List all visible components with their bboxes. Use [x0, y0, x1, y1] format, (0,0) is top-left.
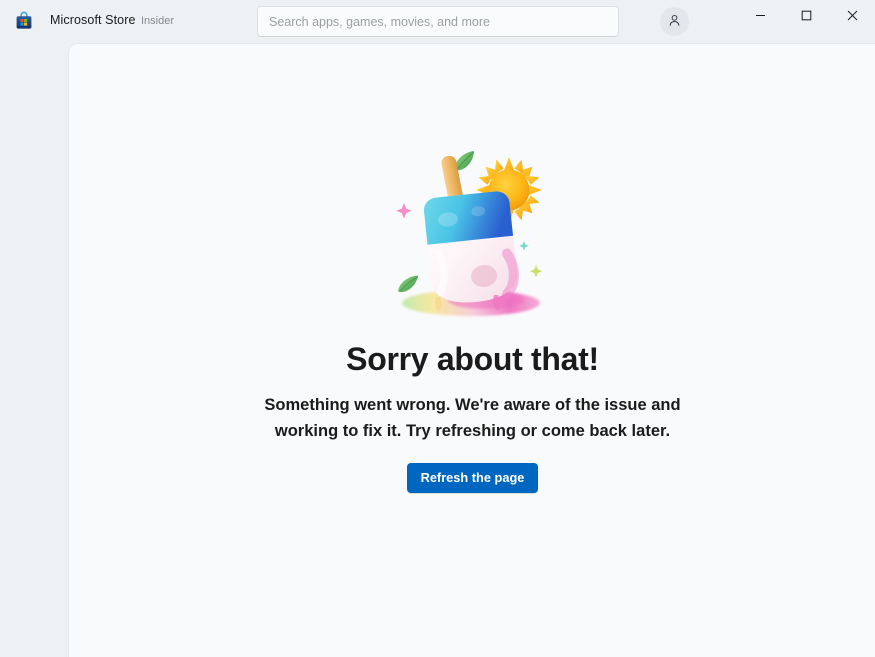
error-title: Sorry about that! [346, 341, 599, 377]
account-button[interactable] [660, 7, 689, 36]
app-title: Microsoft Store [50, 13, 136, 27]
maximize-button[interactable] [783, 0, 829, 32]
person-icon [667, 13, 682, 31]
search-box[interactable] [257, 6, 619, 37]
close-icon [847, 9, 858, 24]
error-state: Sorry about that! Something went wrong. … [69, 44, 875, 493]
minimize-button[interactable] [737, 0, 783, 32]
microsoft-store-bag-icon [14, 11, 34, 31]
channel-badge: Insider [141, 15, 175, 27]
title-bar: Microsoft Store Insider [0, 0, 875, 43]
maximize-icon [801, 9, 812, 24]
navigation-rail [0, 43, 68, 657]
content-panel: Sorry about that! Something went wrong. … [68, 43, 875, 657]
search-input[interactable] [257, 6, 619, 37]
minimize-icon [755, 9, 766, 24]
refresh-page-button[interactable]: Refresh the page [406, 462, 539, 493]
microsoft-store-window: Microsoft Store Insider Search apps, gam… [0, 0, 875, 657]
window-controls [737, 0, 875, 32]
close-button[interactable] [829, 0, 875, 32]
error-description: Something went wrong. We're aware of the… [264, 396, 681, 441]
melting-popsicle-illustration [378, 137, 568, 327]
